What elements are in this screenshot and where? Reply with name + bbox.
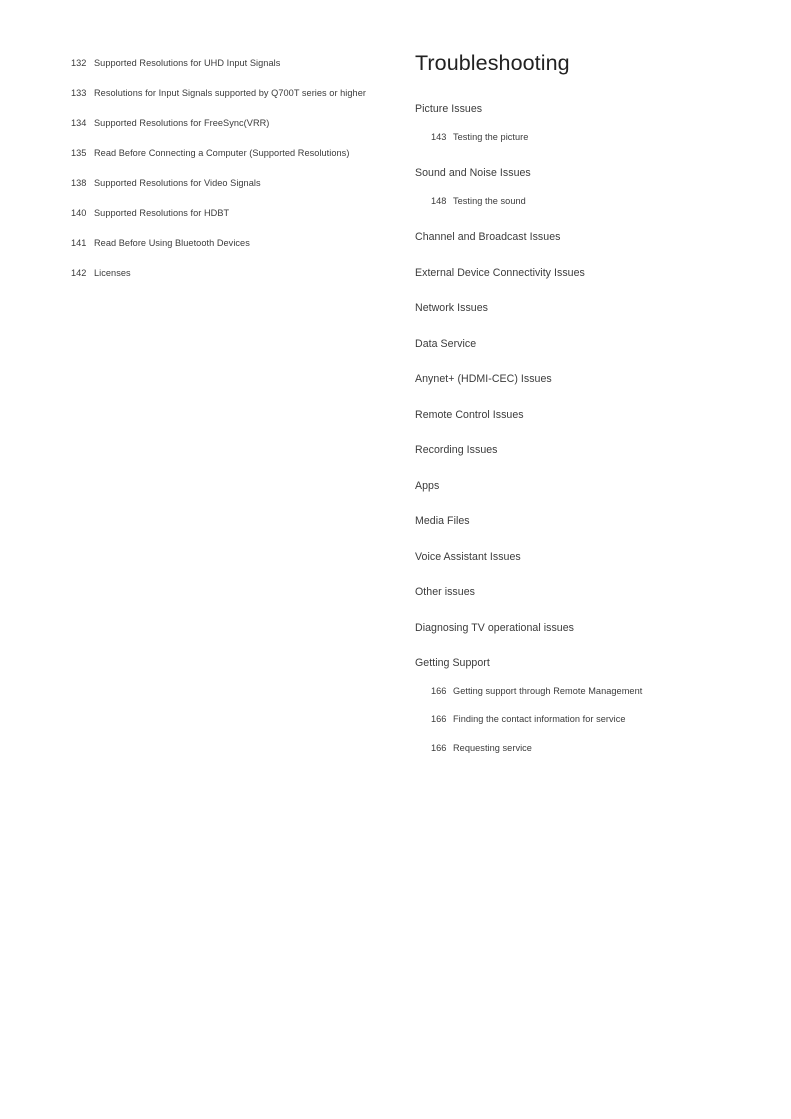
toc-section-title[interactable]: Channel and Broadcast Issues [415, 229, 715, 245]
toc-left-column: 132 Supported Resolutions for UHD Input S… [71, 55, 371, 295]
toc-sub-entry-page-number: 166 [431, 685, 447, 696]
toc-section-title[interactable]: Sound and Noise Issues [415, 165, 715, 181]
toc-entry-label: Licenses [94, 268, 131, 278]
manual-toc-page: 132 Supported Resolutions for UHD Input S… [0, 0, 791, 1119]
toc-entry-page-number: 132 [71, 58, 87, 68]
toc-sub-entry[interactable]: 166 Getting support through Remote Manage… [415, 683, 715, 700]
toc-sub-entry-label: Finding the contact information for serv… [453, 714, 626, 724]
toc-sub-entry[interactable]: 166 Finding the contact information for s… [415, 711, 715, 728]
toc-section: Anynet+ (HDMI-CEC) Issues [415, 371, 715, 387]
toc-section: Media Files [415, 513, 715, 529]
toc-entry-label: Supported Resolutions for UHD Input Sign… [94, 58, 281, 68]
toc-sub-entry[interactable]: 143 Testing the picture [415, 129, 715, 146]
toc-section-title[interactable]: Data Service [415, 336, 715, 352]
toc-entry[interactable]: 135 Read Before Connecting a Computer (Su… [71, 145, 371, 162]
toc-entry[interactable]: 134 Supported Resolutions for FreeSync(VR… [71, 115, 371, 132]
toc-sub-entry-label: Getting support through Remote Managemen… [453, 685, 643, 696]
section-list: Picture Issues 143 Testing the picture Soun… [415, 101, 715, 757]
toc-entry-label: Resolutions for Input Signals supported … [94, 88, 366, 98]
toc-section: Picture Issues 143 Testing the picture [415, 101, 715, 146]
toc-sub-entry-label: Requesting service [453, 742, 532, 753]
toc-section-title[interactable]: Voice Assistant Issues [415, 549, 715, 565]
toc-sub-entry-page-number: 148 [431, 195, 447, 206]
toc-section: Remote Control Issues [415, 407, 715, 423]
toc-entry[interactable]: 132 Supported Resolutions for UHD Input S… [71, 55, 371, 72]
toc-entry-page-number: 138 [71, 178, 87, 188]
toc-entry-page-number: 142 [71, 268, 87, 278]
toc-entry[interactable]: 142 Licenses [71, 265, 371, 282]
toc-section-title[interactable]: Remote Control Issues [415, 407, 715, 423]
toc-section-title[interactable]: Diagnosing TV operational issues [415, 620, 715, 636]
toc-section-title[interactable]: Other issues [415, 584, 715, 600]
toc-section-title[interactable]: Getting Support [415, 655, 715, 671]
toc-section: Other issues [415, 584, 715, 600]
toc-section: Voice Assistant Issues [415, 549, 715, 565]
toc-section-title[interactable]: Anynet+ (HDMI-CEC) Issues [415, 371, 715, 387]
toc-section-title[interactable]: Media Files [415, 513, 715, 529]
toc-right-column: Troubleshooting Picture Issues 143 Testing… [415, 50, 715, 757]
toc-entry-page-number: 135 [71, 148, 87, 158]
toc-sub-entry-page-number: 166 [431, 714, 447, 724]
toc-section-title[interactable]: Network Issues [415, 300, 715, 316]
toc-section: Sound and Noise Issues 148 Testing the sou… [415, 165, 715, 210]
toc-section: Network Issues [415, 300, 715, 316]
toc-section: Data Service [415, 336, 715, 352]
toc-entry-page-number: 141 [71, 238, 87, 248]
toc-entry-label: Supported Resolutions for HDBT [94, 208, 230, 218]
toc-entry-page-number: 134 [71, 118, 87, 128]
toc-sub-entry[interactable]: 166 Requesting service [415, 740, 715, 757]
toc-section: Recording Issues [415, 442, 715, 458]
toc-entry-page-number: 140 [71, 208, 87, 218]
toc-section-title[interactable]: Recording Issues [415, 442, 715, 458]
toc-entry-label: Read Before Connecting a Computer (Suppo… [94, 148, 350, 158]
toc-sub-entry-page-number: 166 [431, 742, 447, 753]
toc-sub-entry-label: Testing the sound [453, 195, 526, 206]
toc-section: Channel and Broadcast Issues [415, 229, 715, 245]
toc-entry[interactable]: 133 Resolutions for Input Signals support… [71, 85, 371, 102]
toc-section: Diagnosing TV operational issues [415, 620, 715, 636]
toc-section-title[interactable]: External Device Connectivity Issues [415, 265, 715, 281]
toc-entry[interactable]: 138 Supported Resolutions for Video Signa… [71, 175, 371, 192]
toc-sub-entry[interactable]: 148 Testing the sound [415, 193, 715, 210]
toc-section: Apps [415, 478, 715, 494]
toc-entry[interactable]: 140 Supported Resolutions for HDBT [71, 205, 371, 222]
toc-section: External Device Connectivity Issues [415, 265, 715, 281]
toc-entry-label: Supported Resolutions for FreeSync(VRR) [94, 118, 270, 128]
toc-section-title[interactable]: Apps [415, 478, 715, 494]
toc-entry-label: Supported Resolutions for Video Signals [94, 178, 261, 188]
toc-entry-label: Read Before Using Bluetooth Devices [94, 238, 250, 248]
toc-entry[interactable]: 141 Read Before Using Bluetooth Devices [71, 235, 371, 252]
chapter-title: Troubleshooting [415, 51, 570, 75]
toc-sub-entry-page-number: 143 [431, 131, 447, 142]
toc-sub-entry-label: Testing the picture [453, 131, 529, 142]
toc-entry-page-number: 133 [71, 88, 87, 98]
toc-section-title[interactable]: Picture Issues [415, 101, 715, 117]
toc-section: Getting Support 166 Getting support throug… [415, 655, 715, 757]
